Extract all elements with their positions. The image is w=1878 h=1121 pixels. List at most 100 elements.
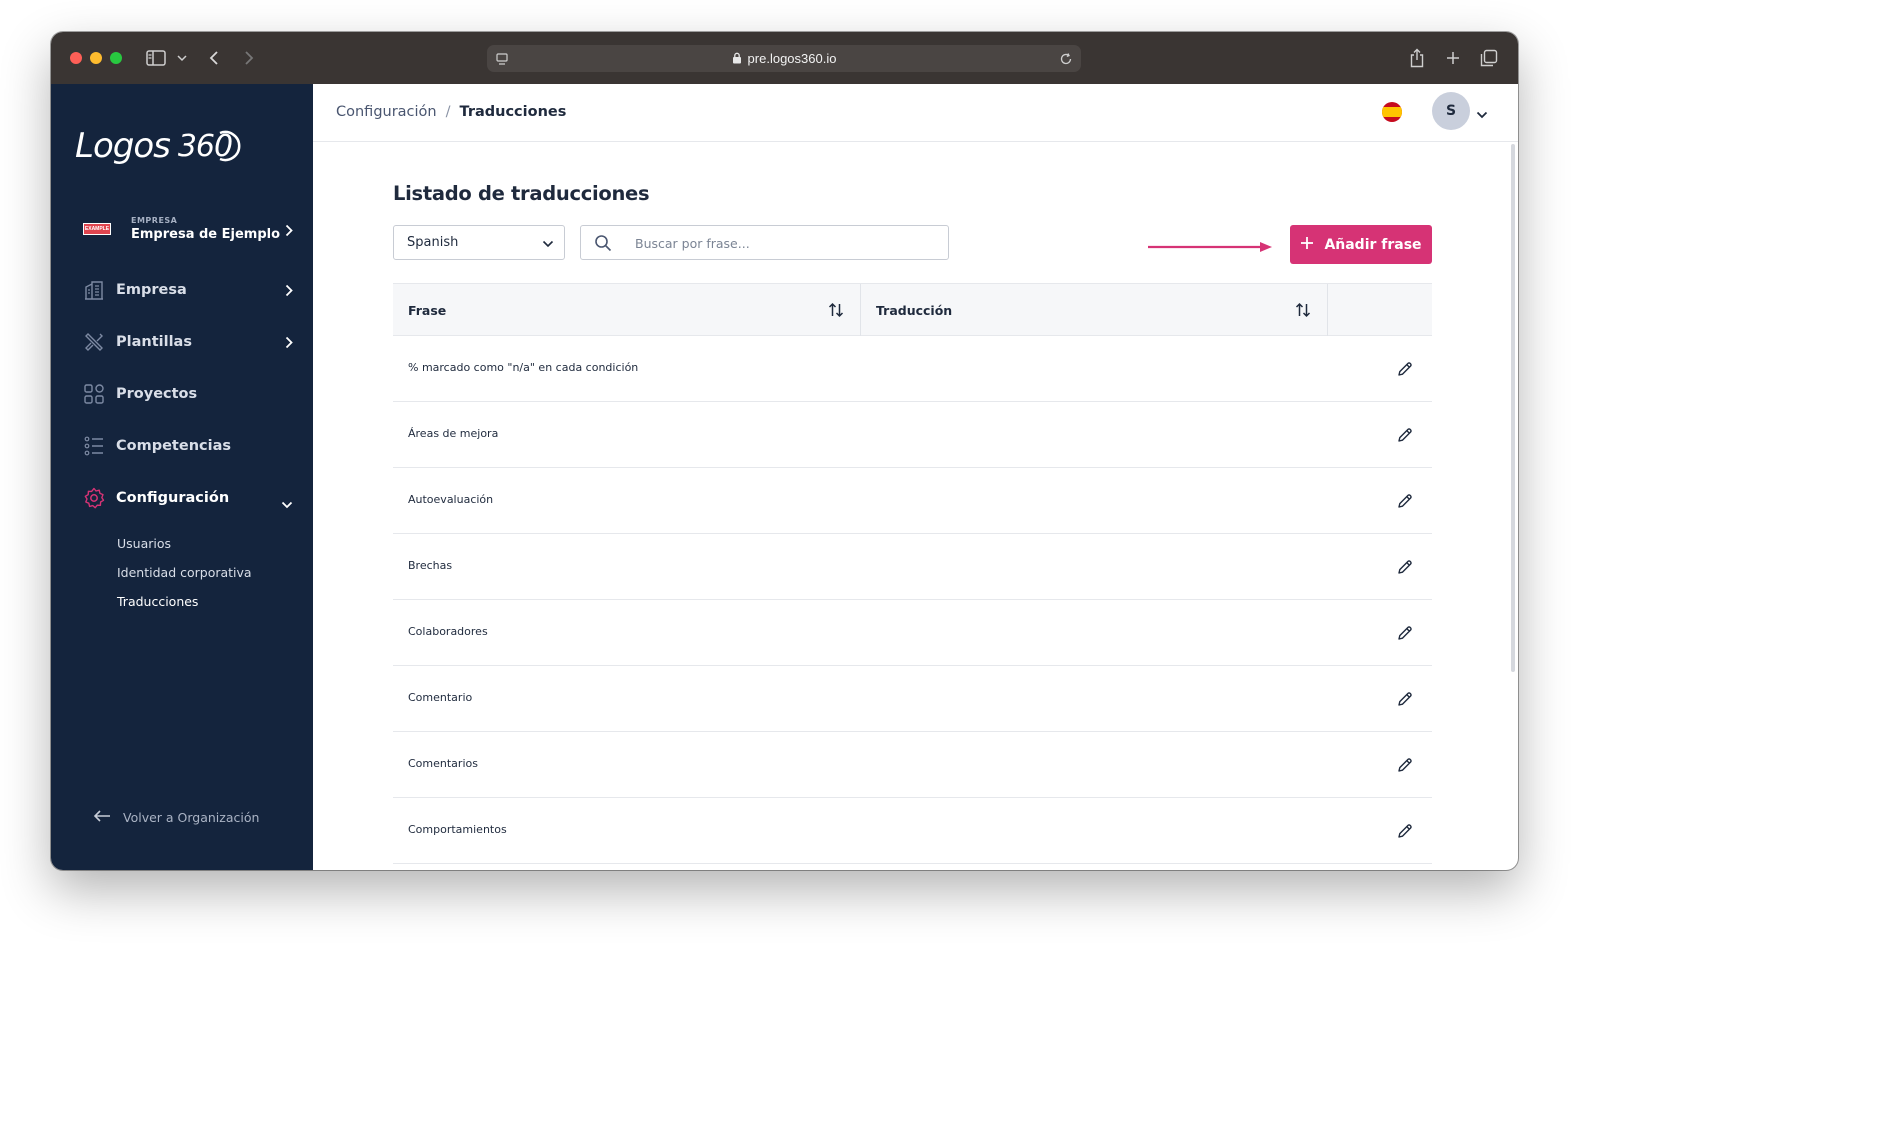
browser-window: pre.logos360.io Logos 360 EXAMPLE EMPRES…	[51, 32, 1518, 870]
minimize-window-button[interactable]	[90, 52, 102, 64]
edit-pencil-icon[interactable]	[1396, 558, 1414, 576]
sidebar-subitem-traducciones[interactable]: Traducciones	[117, 594, 198, 609]
edit-pencil-icon[interactable]	[1396, 690, 1414, 708]
edit-pencil-icon[interactable]	[1396, 492, 1414, 510]
top-bar: Configuración / Traducciones S	[313, 84, 1518, 142]
back-arrow-icon[interactable]	[206, 47, 222, 69]
chevron-down-icon[interactable]	[175, 47, 189, 69]
building-icon	[83, 279, 105, 301]
breadcrumb-item-configuracion[interactable]: Configuración	[336, 104, 437, 120]
table-row: Comentarios	[393, 732, 1432, 798]
language-select[interactable]: Spanish	[393, 225, 565, 260]
cell-frase: Colaboradores	[408, 625, 488, 638]
page-title: Listado de traducciones	[393, 182, 650, 205]
table-row: Colaboradores	[393, 600, 1432, 666]
back-to-organization-link[interactable]: Volver a Organización	[93, 808, 259, 827]
plus-icon	[1300, 236, 1314, 254]
cell-frase: Autoevaluación	[408, 493, 494, 506]
edit-pencil-icon[interactable]	[1396, 624, 1414, 642]
grid-icon	[83, 383, 105, 405]
share-icon[interactable]	[1408, 47, 1426, 69]
tab-overview-icon[interactable]	[1479, 47, 1499, 69]
lock-icon	[732, 49, 742, 68]
sidebar-item-label: Configuración	[116, 490, 230, 506]
breadcrumb-item-traducciones: Traducciones	[459, 104, 567, 120]
edit-pencil-icon[interactable]	[1396, 426, 1414, 444]
sidebar-item-plantillas[interactable]: Plantillas	[83, 329, 293, 355]
sidebar-subitem-usuarios[interactable]: Usuarios	[117, 536, 171, 551]
browser-toolbar: pre.logos360.io	[51, 32, 1518, 84]
list-icon	[83, 435, 105, 457]
sidebar: Logos 360 EXAMPLE EMPRESA Empresa de Eje…	[51, 84, 313, 870]
close-window-button[interactable]	[70, 52, 82, 64]
company-caption: EMPRESA	[131, 216, 178, 225]
sidebar-subitem-identidad-corporativa[interactable]: Identidad corporativa	[117, 565, 252, 580]
new-tab-icon[interactable]	[1444, 47, 1462, 69]
chevron-right-icon	[285, 282, 293, 301]
company-badge: EXAMPLE	[83, 223, 111, 235]
company-selector[interactable]: EXAMPLE EMPRESA Empresa de Ejemplo	[83, 214, 293, 244]
sidebar-item-label: Plantillas	[116, 334, 192, 350]
edit-pencil-icon[interactable]	[1396, 360, 1414, 378]
spain-flag-icon[interactable]	[1382, 102, 1402, 122]
column-divider	[1327, 284, 1328, 336]
chevron-down-icon	[542, 237, 554, 252]
cell-frase: Comentario	[408, 691, 473, 704]
sort-icon[interactable]	[828, 302, 844, 321]
arrow-left-icon	[93, 808, 111, 827]
logo-ring-icon	[219, 130, 241, 161]
sidebar-item-configuracion[interactable]: Configuración	[83, 485, 293, 511]
sidebar-item-label: Proyectos	[116, 386, 198, 402]
search-icon	[594, 234, 612, 256]
sidebar-item-empresa[interactable]: Empresa	[83, 277, 293, 303]
chevron-right-icon	[285, 334, 293, 353]
chevron-right-icon	[285, 222, 293, 241]
edit-pencil-icon[interactable]	[1396, 822, 1414, 840]
sidebar-item-proyectos[interactable]: Proyectos	[83, 381, 293, 407]
reload-icon[interactable]	[1059, 51, 1073, 70]
address-bar[interactable]: pre.logos360.io	[487, 45, 1081, 72]
company-name: Empresa de Ejemplo	[131, 227, 281, 242]
table-row: Comportamientos	[393, 798, 1432, 864]
language-select-value: Spanish	[407, 235, 459, 250]
sidebar-item-label: Empresa	[116, 282, 187, 298]
search-input[interactable]	[635, 234, 935, 252]
column-divider	[860, 284, 861, 336]
forward-arrow-icon[interactable]	[241, 47, 257, 69]
add-phrase-label: Añadir frase	[1324, 236, 1422, 253]
table-header: Frase Traducción	[393, 283, 1432, 336]
breadcrumb: Configuración / Traducciones	[336, 104, 566, 120]
edit-pencil-icon[interactable]	[1396, 756, 1414, 774]
page-menu-icon[interactable]	[495, 51, 509, 70]
sidebar-item-competencias[interactable]: Competencias	[83, 433, 293, 459]
zoom-window-button[interactable]	[110, 52, 122, 64]
sort-icon[interactable]	[1295, 302, 1311, 321]
arrow-right-icon	[1148, 238, 1274, 257]
breadcrumb-separator: /	[445, 104, 451, 120]
logo[interactable]: Logos 360	[75, 126, 241, 166]
cell-frase: Comentarios	[408, 757, 478, 770]
cell-frase: Áreas de mejora	[408, 427, 499, 440]
column-header-frase[interactable]: Frase	[408, 284, 846, 336]
table-row: % marcado como "n/a" en cada condición	[393, 336, 1432, 402]
sidebar-item-label: Competencias	[116, 438, 231, 454]
sidebar-toggle-icon[interactable]	[145, 47, 167, 69]
column-header-traduccion[interactable]: Traducción	[876, 284, 1314, 336]
url-text: pre.logos360.io	[747, 51, 837, 66]
table-row: Comentario	[393, 666, 1432, 732]
cell-frase: Brechas	[408, 559, 453, 572]
chevron-down-icon	[281, 494, 293, 513]
logo-number: 360	[178, 129, 241, 164]
search-field[interactable]	[580, 225, 949, 260]
gear-icon	[83, 487, 105, 509]
avatar[interactable]: S	[1432, 92, 1470, 130]
chevron-down-icon[interactable]	[1476, 104, 1488, 123]
logo-word: Logos	[75, 126, 171, 166]
add-phrase-button[interactable]: Añadir frase	[1290, 225, 1432, 264]
tools-icon	[83, 331, 105, 353]
cell-frase: % marcado como "n/a" en cada condición	[408, 361, 639, 374]
scrollbar[interactable]	[1511, 144, 1515, 672]
table-row: Brechas	[393, 534, 1432, 600]
table-row: Áreas de mejora	[393, 402, 1432, 468]
back-label: Volver a Organización	[123, 810, 260, 825]
